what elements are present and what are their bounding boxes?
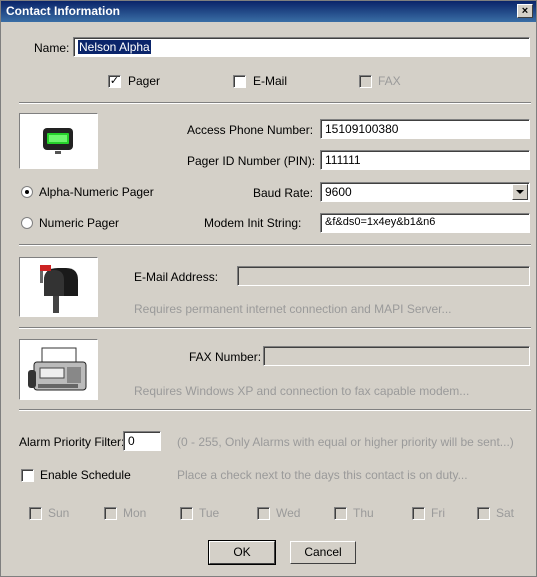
mailbox-icon (40, 265, 78, 313)
day-label-tue: Tue (199, 506, 220, 520)
enable-schedule-label: Enable Schedule (40, 468, 131, 482)
title-bar: Contact Information × (1, 1, 536, 22)
access-phone-field[interactable]: 15109100380 (320, 119, 530, 139)
alarm-priority-note: (0 - 255, Only Alarms with equal or high… (177, 435, 514, 449)
contact-information-dialog: Contact Information × Name: Nelson Alpha… (0, 0, 537, 577)
day-label-wed: Wed (276, 506, 301, 520)
alarm-priority-field[interactable]: 0 (123, 431, 161, 451)
pager-icon (43, 128, 73, 154)
separator (19, 102, 531, 104)
name-label: Name: (34, 41, 70, 55)
fax-number-label: FAX Number: (189, 350, 262, 364)
baud-rate-value: 9600 (325, 185, 352, 199)
fax-requirement-note: Requires Windows XP and connection to fa… (134, 384, 470, 398)
email-requirement-note: Requires permanent internet connection a… (134, 302, 452, 316)
schedule-note: Place a check next to the days this cont… (177, 468, 468, 482)
email-checkbox-label: E-Mail (253, 74, 288, 88)
day-checkbox-wed[interactable] (257, 507, 270, 520)
cancel-button[interactable]: Cancel (290, 541, 356, 564)
email-checkbox[interactable] (233, 75, 246, 88)
day-checkbox-fri[interactable] (412, 507, 425, 520)
pager-id-field[interactable]: 111111 (320, 150, 530, 170)
close-button[interactable]: × (517, 4, 533, 18)
pager-checkbox-label: Pager (128, 74, 161, 88)
email-address-label: E-Mail Address: (134, 270, 219, 284)
fax-image (19, 339, 98, 400)
baud-rate-label: Baud Rate: (253, 186, 314, 200)
day-label-fri: Fri (431, 506, 445, 520)
pager-image (19, 113, 98, 169)
separator (19, 244, 531, 246)
enable-schedule-checkbox[interactable] (21, 469, 34, 482)
fax-machine-icon (28, 347, 87, 391)
alarm-priority-label: Alarm Priority Filter: (19, 435, 125, 449)
day-label-sat: Sat (496, 506, 515, 520)
pager-id-label: Pager ID Number (PIN): (187, 154, 316, 168)
pager-checkbox[interactable]: ✓ (108, 75, 121, 88)
alpha-numeric-label: Alpha-Numeric Pager (39, 185, 154, 199)
chevron-down-icon[interactable] (512, 184, 528, 200)
day-checkbox-sat[interactable] (477, 507, 490, 520)
numeric-pager-radio[interactable] (21, 217, 33, 229)
baud-rate-select[interactable]: 9600 (320, 182, 530, 202)
ok-button[interactable]: OK (208, 540, 276, 565)
fax-checkbox[interactable] (359, 75, 372, 88)
fax-checkbox-label: FAX (378, 74, 401, 88)
day-checkbox-mon[interactable] (104, 507, 117, 520)
name-field[interactable]: Nelson Alpha (73, 37, 530, 57)
mailbox-image (19, 257, 98, 317)
modem-init-label: Modem Init String: (204, 216, 302, 230)
day-label-sun: Sun (48, 506, 70, 520)
day-checkbox-tue[interactable] (180, 507, 193, 520)
modem-init-field[interactable]: &f&ds0=1x4ey&b1&n6 (320, 213, 530, 233)
name-value: Nelson Alpha (78, 40, 151, 54)
email-address-field[interactable] (237, 266, 530, 286)
day-checkbox-thu[interactable] (334, 507, 347, 520)
day-label-thu: Thu (353, 506, 374, 520)
separator (19, 327, 531, 329)
alpha-numeric-radio[interactable] (21, 186, 33, 198)
window-title: Contact Information (6, 4, 120, 18)
numeric-pager-label: Numeric Pager (39, 216, 120, 230)
day-label-mon: Mon (123, 506, 147, 520)
access-phone-label: Access Phone Number: (187, 123, 314, 137)
separator (19, 409, 531, 411)
day-checkbox-sun[interactable] (29, 507, 42, 520)
fax-number-field[interactable] (263, 346, 530, 366)
